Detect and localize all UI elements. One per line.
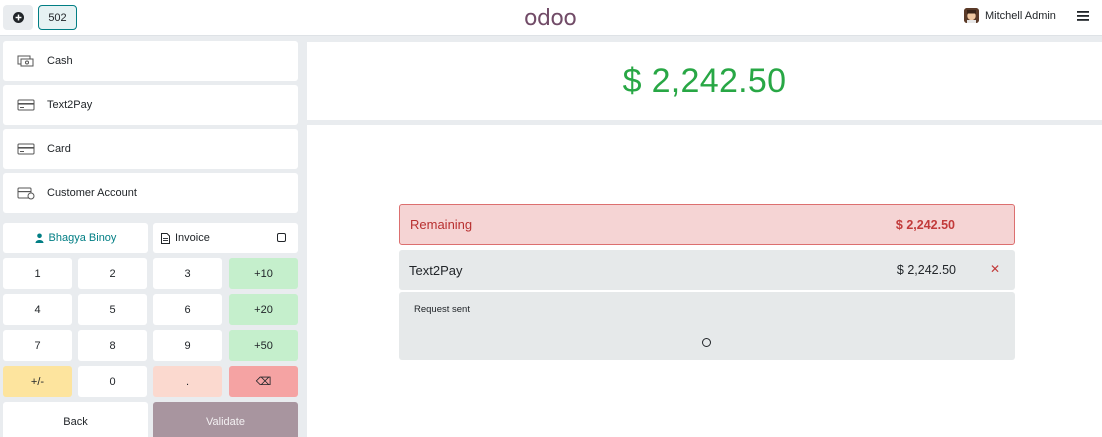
customer-account-icon xyxy=(17,186,35,200)
payment-method-label: Text2Pay xyxy=(47,99,93,111)
document-icon xyxy=(161,232,170,244)
top-bar: 502 odoo Mitchell Admin xyxy=(0,0,1102,36)
payment-line-method: Text2Pay xyxy=(409,262,463,278)
numpad-key-8[interactable]: 8 xyxy=(78,330,147,361)
order-tab[interactable]: 502 xyxy=(38,5,77,30)
payment-method-customer-account[interactable]: Customer Account xyxy=(3,173,298,213)
cash-register-icon xyxy=(17,54,35,68)
card-icon xyxy=(17,98,35,112)
user-name: Mitchell Admin xyxy=(985,9,1056,22)
card-icon xyxy=(17,142,35,156)
invoice-checkbox[interactable] xyxy=(277,233,286,242)
payment-method-label: Card xyxy=(47,143,71,155)
customer-name: Bhagya Binoy xyxy=(48,232,117,244)
payment-line-amount: $ 2,242.50 xyxy=(896,263,956,277)
numpad-key-9[interactable]: 9 xyxy=(153,330,222,361)
payment-method-text2pay[interactable]: Text2Pay xyxy=(3,85,298,125)
new-order-button[interactable] xyxy=(3,5,33,30)
plus-circle-icon xyxy=(12,12,24,23)
numpad-key-backspace[interactable]: ⌫ xyxy=(229,366,298,397)
customer-button[interactable]: Bhagya Binoy xyxy=(3,223,148,253)
payment-method-label: Customer Account xyxy=(47,187,137,199)
remaining-label: Remaining xyxy=(410,217,473,232)
total-due-panel: $ 2,242.50 xyxy=(307,42,1102,120)
hamburger-menu-icon[interactable] xyxy=(1076,9,1090,23)
numpad-key-1[interactable]: 1 xyxy=(3,258,72,289)
numpad-key-decimal[interactable]: . xyxy=(153,366,222,397)
user-menu[interactable]: Mitchell Admin xyxy=(964,8,1056,23)
remaining-row: Remaining $ 2,242.50 xyxy=(399,204,1015,245)
numpad-key-plus50[interactable]: +50 xyxy=(229,330,298,361)
numpad-key-4[interactable]: 4 xyxy=(3,294,72,325)
numpad-key-7[interactable]: 7 xyxy=(3,330,72,361)
payment-left-panel: Cash Text2Pay Card Customer Account Bhag… xyxy=(0,36,301,437)
numpad-key-plus20[interactable]: +20 xyxy=(229,294,298,325)
numpad-key-plus10[interactable]: +10 xyxy=(229,258,298,289)
loading-spinner-icon xyxy=(702,338,711,347)
payment-method-cash[interactable]: Cash xyxy=(3,41,298,81)
numpad-key-0[interactable]: 0 xyxy=(78,366,147,397)
user-avatar xyxy=(964,8,979,23)
invoice-toggle[interactable]: Invoice xyxy=(153,223,298,253)
payment-method-label: Cash xyxy=(47,55,73,67)
payment-request-status: Request sent xyxy=(399,292,1015,360)
odoo-logo: odoo xyxy=(524,6,577,31)
close-icon[interactable]: ✕ xyxy=(988,262,1002,276)
numpad-key-sign[interactable]: +/- xyxy=(3,366,72,397)
total-amount: $ 2,242.50 xyxy=(622,61,787,100)
request-status-text: Request sent xyxy=(414,304,470,315)
user-icon xyxy=(35,233,44,243)
invoice-label: Invoice xyxy=(175,232,210,244)
back-button[interactable]: Back xyxy=(3,402,148,437)
payment-line[interactable]: Text2Pay $ 2,242.50 ✕ xyxy=(399,250,1015,290)
numpad-key-3[interactable]: 3 xyxy=(153,258,222,289)
numpad-key-2[interactable]: 2 xyxy=(78,258,147,289)
numpad-key-5[interactable]: 5 xyxy=(78,294,147,325)
numpad-key-6[interactable]: 6 xyxy=(153,294,222,325)
payment-method-card[interactable]: Card xyxy=(3,129,298,169)
validate-button[interactable]: Validate xyxy=(153,402,298,437)
remaining-amount: $ 2,242.50 xyxy=(895,217,955,232)
